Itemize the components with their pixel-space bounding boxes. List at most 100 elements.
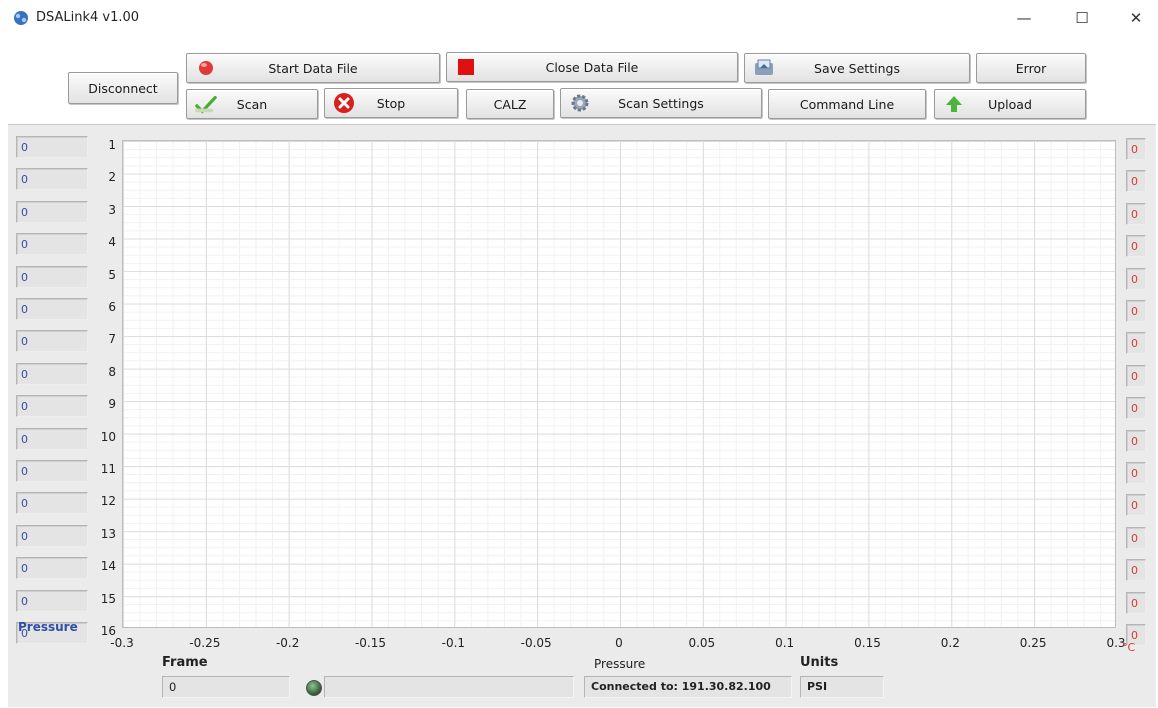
x-tick-label: 0.1 [775,636,795,650]
y-tick-label: 8 [108,364,116,379]
channel-value-field: 0 [16,136,88,158]
command-line-label: Command Line [799,96,895,112]
maximize-button[interactable]: ☐ [1062,4,1102,32]
x-tick-label: 0 [615,636,623,650]
y-tick-label: 10 [100,429,116,444]
y-tick-label: 3 [108,202,116,217]
calz-button[interactable]: CALZ [466,89,554,119]
save-settings-label: Save Settings [814,60,900,76]
gear-icon [569,93,591,113]
up-arrow-icon [943,94,965,114]
y-tick-label: 11 [100,462,116,476]
save-disk-icon [753,58,775,78]
temperature-value-field: 0 [1126,591,1146,614]
temperature-value-field: 0 [1126,526,1146,549]
close-data-file-button[interactable]: Close Data File [446,52,738,82]
channel-value-field: 0 [16,524,88,547]
channel-value-field: 0 [16,492,88,515]
temperature-value-field: 0 [1126,559,1146,582]
close-data-file-label: Close Data File [545,59,639,75]
channel-value-field: 0 [16,362,88,385]
channel-value-field: 0 [16,233,88,256]
temperature-value-field: 0 [1126,138,1146,160]
units-label: Units [800,655,839,670]
stop-label: Stop [376,95,406,111]
x-tick-label: -0.25 [189,636,221,650]
frame-label: Frame [162,655,208,670]
scan-label: Scan [236,96,268,112]
temperature-value-field: 0 [1126,462,1146,484]
channel-value-field: 0 [16,265,88,288]
channel-value-field: 0 [16,460,88,482]
temperature-unit-label: °C [1122,641,1136,654]
progress-bar [324,676,574,698]
temperature-value-field: 0 [1126,429,1146,452]
units-field[interactable]: PSI [800,676,884,698]
pressure-chart [122,140,1116,628]
error-button[interactable]: Error [976,53,1086,83]
upload-button[interactable]: Upload [934,89,1086,119]
temperature-value-field: 0 [1126,202,1146,225]
disconnect-label: Disconnect [88,80,158,96]
stop-square-icon [455,57,477,77]
channel-value-field: 0 [16,298,88,320]
scan-button[interactable]: Scan [186,89,318,119]
save-settings-button[interactable]: Save Settings [744,53,970,83]
x-tick-label: 0.25 [1019,636,1047,650]
x-tick-label: 0.2 [940,636,960,650]
start-data-file-label: Start Data File [268,60,358,76]
channel-value-field: 0 [16,168,88,191]
y-tick-label: 12 [100,494,116,509]
app-icon [14,11,28,25]
y-tick-label: 2 [108,170,116,185]
pressure-side-label: Pressure [18,620,78,634]
frame-field: 0 [162,676,290,698]
command-line-button[interactable]: Command Line [768,89,926,119]
stop-x-icon [333,93,355,113]
x-tick-label: -0.1 [441,636,466,650]
y-tick-label: 7 [108,332,116,347]
start-data-file-button[interactable]: Start Data File [186,53,440,83]
x-tick-label: 0.05 [688,636,716,650]
temperature-value-field: 0 [1126,494,1146,517]
y-tick-label: 4 [108,235,116,250]
scan-settings-button[interactable]: Scan Settings [560,88,762,118]
window-title: DSALink4 v1.00 [36,10,140,25]
record-icon [195,58,217,78]
temperature-value-field: 0 [1126,300,1146,322]
y-tick-label: 6 [108,300,116,314]
calz-label: CALZ [493,96,527,112]
channel-value-field: 0 [16,395,88,418]
x-axis-title: Pressure [594,657,646,671]
channel-value-field: 0 [16,427,88,450]
temperature-value-field: 0 [1126,170,1146,193]
channel-value-field: 0 [16,330,88,353]
title-bar: DSALink4 v1.00 — ☐ ✕ [0,0,1158,36]
error-label: Error [1015,60,1047,76]
channel-value-field: 0 [16,589,88,612]
close-button[interactable]: ✕ [1116,4,1156,32]
y-tick-label: 5 [108,267,116,282]
x-tick-label: -0.15 [354,636,387,650]
y-tick-label: 13 [100,526,116,541]
x-tick-label: -0.2 [275,636,300,650]
connection-status-field: Connected to: 191.30.82.100 [584,676,792,698]
x-tick-label: -0.05 [520,636,552,650]
y-tick-label: 9 [108,397,116,412]
temperature-value-field: 0 [1126,235,1146,258]
disconnect-button[interactable]: Disconnect [68,72,178,104]
y-tick-label: 15 [100,591,116,606]
channel-value-field: 0 [16,557,88,580]
temperature-value-field: 0 [1126,267,1146,290]
temperature-value-field: 0 [1126,397,1146,420]
status-led-icon [306,680,322,696]
x-tick-label: 0.15 [854,636,881,650]
temperature-value-field: 0 [1126,332,1146,355]
x-tick-label: -0.3 [110,636,134,650]
y-tick-label: 1 [108,138,116,152]
scan-settings-label: Scan Settings [618,95,704,111]
y-tick-label: 14 [100,559,116,574]
checkmark-icon [195,94,217,114]
stop-button[interactable]: Stop [324,88,458,118]
minimize-button[interactable]: — [1004,4,1044,32]
